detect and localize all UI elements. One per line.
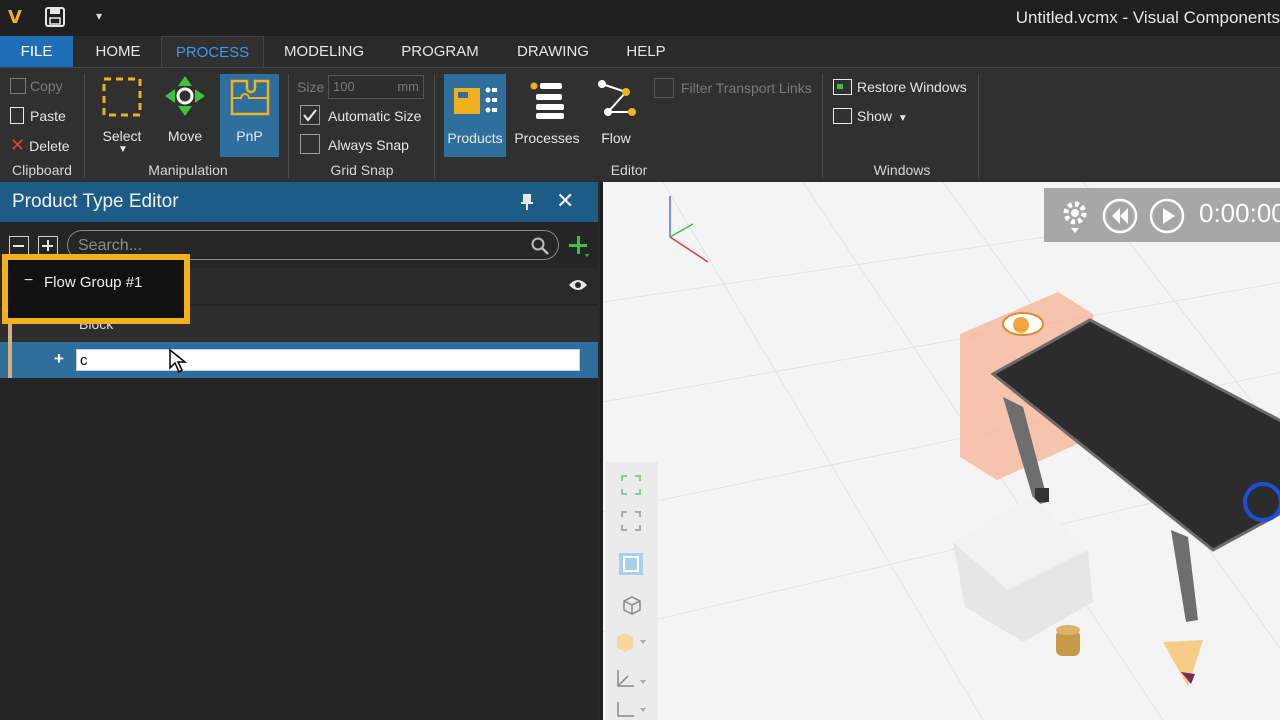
add-icon[interactable] [567,234,591,258]
mouse-cursor-icon [169,348,188,374]
fit-all-icon[interactable] [620,474,642,496]
restore-windows-button[interactable]: Restore Windows [833,79,967,95]
save-icon[interactable] [44,6,66,28]
delete-button[interactable]: ✕ Delete [10,135,70,156]
show-button[interactable]: Show ▼ [833,108,908,124]
flow-button[interactable]: Flow [590,74,642,157]
paste-button[interactable]: Paste [10,107,66,124]
box-view-icon[interactable] [614,630,648,656]
processes-icon [530,82,564,119]
rewind-icon[interactable] [1102,198,1138,234]
paste-icon [10,107,24,124]
panel-title: Product Type Editor [12,191,179,212]
move-button[interactable]: Move [157,72,213,158]
product-type-editor-panel: Product Type Editor ✕ + Block + [0,182,598,720]
flow-group-highlight: − Flow Group #1 [2,254,190,324]
copy-icon [10,78,26,94]
grid-size-input[interactable]: 100 mm [328,75,424,99]
measure-icon[interactable] [614,698,648,720]
panel-header: Product Type Editor ✕ [0,182,598,222]
show-windows-icon [833,108,852,124]
cube-view-icon[interactable] [620,594,642,616]
gear-icon[interactable] [1062,200,1088,234]
tab-file[interactable]: FILE [0,36,73,67]
select-button[interactable]: Select ▼ [94,72,150,158]
fit-selection-icon[interactable] [620,510,642,532]
processes-button[interactable]: Processes [512,74,582,157]
editor-group-label: Editor [610,162,648,178]
title-bar: V ▾ Untitled.vcmx - Visual Components [0,0,1280,36]
pin-icon[interactable] [518,193,536,211]
ribbon: Copy Paste ✕ Delete Clipboard Select ▼ Mo… [0,67,1280,181]
chevron-down-icon: ▼ [897,113,908,124]
pnp-button[interactable]: PnP [220,74,279,157]
chevron-down-icon: ▼ [118,144,128,155]
move-icon [165,76,205,116]
tab-process[interactable]: PROCESS [161,36,264,67]
always-snap-label: Always Snap [328,137,409,153]
product-name-input[interactable] [76,349,580,371]
filter-transport-links-checkbox[interactable] [654,78,674,98]
always-snap-checkbox[interactable] [300,134,320,154]
view-toolbar [606,462,658,720]
play-icon[interactable] [1149,198,1185,234]
eye-icon[interactable] [568,278,588,292]
separator [434,74,435,178]
windows-group-label: Windows [873,162,931,178]
simulation-time: 0:00:00 [1199,198,1280,228]
tree-row-new-product[interactable]: + [0,342,598,378]
scene-grid [603,182,1280,720]
close-icon[interactable]: ✕ [556,188,574,214]
simulation-controls: 0:00:00 [1044,188,1280,242]
size-label: Size [297,79,325,95]
separator [822,74,823,178]
select-icon [102,77,142,117]
tab-home[interactable]: HOME [82,36,154,67]
delete-icon: ✕ [10,135,26,155]
window-title: Untitled.vcmx - Visual Components [1015,8,1280,27]
quick-access-dropdown-icon[interactable]: ▾ [96,9,102,23]
expand-icon[interactable]: + [54,349,64,369]
search-icon[interactable] [530,236,550,256]
collapse-all-button[interactable] [9,236,29,256]
copy-button[interactable]: Copy [10,78,63,94]
layout-icon[interactable] [618,552,644,576]
clipboard-group-label: Clipboard [12,162,72,178]
products-icon [454,87,497,114]
separator [288,74,289,178]
automatic-size-checkbox[interactable] [300,105,320,125]
ribbon-tabs: FILE HOME PROCESS MODELING PROGRAM DRAWI… [0,36,1280,67]
axis-gizmo [669,196,709,263]
puzzle-icon [230,79,270,116]
grid-snap-group-label: Grid Snap [330,162,394,178]
flow-group-label: Flow Group #1 [44,274,143,291]
checkmark-icon [303,109,317,122]
tab-modeling[interactable]: MODELING [274,36,374,67]
separator [978,74,979,178]
products-button[interactable]: Products [444,74,506,157]
tab-drawing[interactable]: DRAWING [507,36,599,67]
manipulation-group-label: Manipulation [148,162,228,178]
collapse-icon[interactable]: − [24,272,33,290]
automatic-size-label: Automatic Size [328,108,422,124]
3d-viewport[interactable]: 0:00:00 [600,182,1280,720]
flow-icon [598,80,636,116]
app-logo: V [8,7,22,28]
filter-transport-links-label: Filter Transport Links [681,80,812,96]
expand-all-button[interactable] [38,236,58,256]
tab-help[interactable]: HELP [618,36,674,67]
separator [84,74,85,178]
minus-icon [13,245,24,247]
axes-view-icon[interactable] [614,666,648,692]
restore-windows-icon [833,79,852,95]
tab-program[interactable]: PROGRAM [392,36,488,67]
